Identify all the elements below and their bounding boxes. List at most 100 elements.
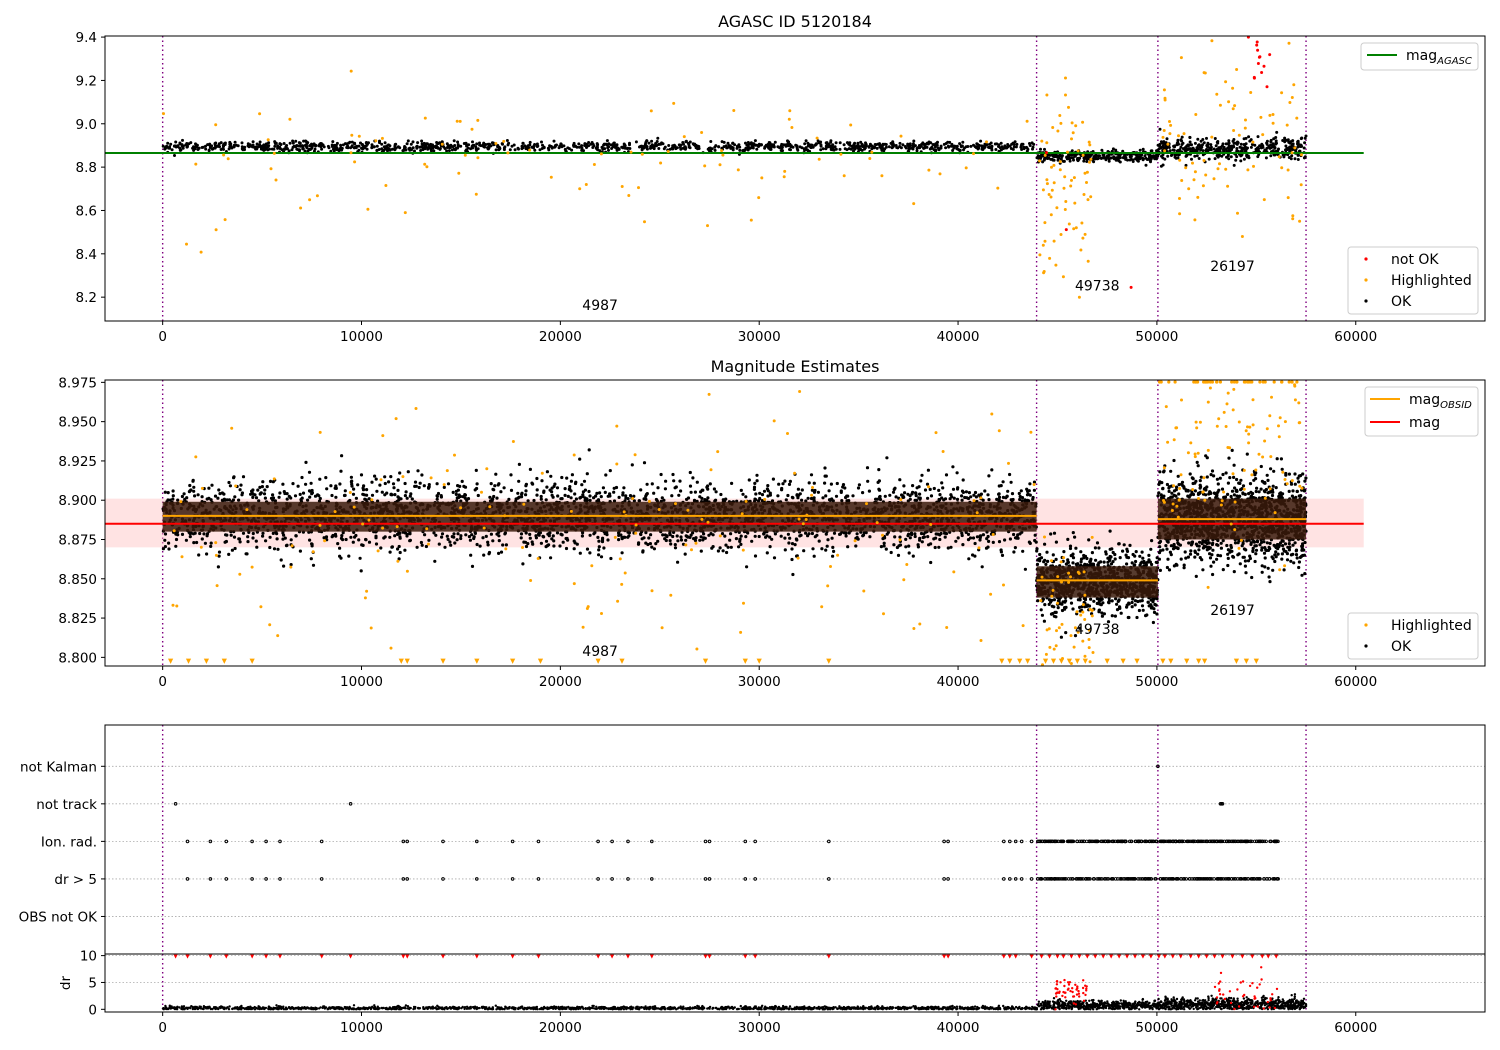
data-point [1082, 159, 1086, 163]
data-point [197, 553, 201, 557]
data-point [753, 554, 758, 558]
data-point [360, 146, 364, 150]
data-point [451, 145, 455, 149]
data-point [283, 536, 287, 540]
data-point [474, 145, 478, 149]
data-point [1070, 121, 1074, 125]
data-point [933, 545, 937, 550]
data-point [163, 147, 167, 151]
data-point [861, 534, 865, 538]
data-point [284, 145, 288, 149]
data-point [1300, 144, 1304, 148]
data-point [864, 141, 867, 145]
data-point [458, 484, 462, 488]
data-point [1259, 146, 1263, 150]
data-point [1188, 140, 1192, 144]
data-point [241, 475, 246, 479]
data-point [920, 473, 924, 477]
data-point [1265, 139, 1269, 143]
data-point [907, 147, 911, 151]
data-point [997, 492, 1001, 496]
data-point [1215, 140, 1219, 144]
data-point [294, 534, 298, 538]
data-point [1032, 488, 1036, 492]
y-tick-label: 8.8 [76, 160, 97, 176]
data-point [1006, 143, 1010, 146]
data-point [1293, 157, 1297, 161]
data-point [1226, 142, 1230, 146]
data-point [403, 494, 407, 498]
data-point [349, 146, 353, 150]
data-point [1045, 151, 1048, 155]
data-point [572, 539, 576, 543]
data-point [1256, 135, 1260, 139]
data-point [749, 218, 753, 222]
data-point [1205, 136, 1208, 140]
data-point [967, 491, 972, 495]
data-point [637, 186, 640, 190]
data-point [820, 547, 824, 551]
data-point [364, 141, 368, 144]
data-point [230, 548, 234, 552]
data-point [597, 548, 601, 552]
legend-marker [1364, 278, 1368, 282]
data-point [489, 144, 493, 148]
data-point [925, 145, 929, 149]
data-point [417, 485, 421, 490]
data-point [737, 545, 741, 549]
data-point [682, 142, 685, 146]
data-point [248, 143, 252, 147]
data-point [1181, 141, 1185, 145]
data-point [1229, 155, 1233, 159]
data-point [1193, 170, 1197, 174]
data-point [301, 491, 306, 495]
data-point [929, 560, 933, 565]
data-point [597, 545, 601, 549]
data-point [585, 146, 588, 149]
data-point [1028, 482, 1032, 486]
data-point [939, 144, 943, 148]
data-point [380, 136, 384, 140]
data-point [1097, 154, 1101, 158]
data-point [705, 485, 709, 489]
data-point [1254, 147, 1258, 151]
data-point [736, 168, 740, 172]
data-point [374, 139, 378, 143]
data-point [1077, 158, 1081, 161]
data-point [898, 535, 902, 539]
data-point [829, 145, 833, 149]
data-point [396, 478, 400, 482]
data-point [795, 144, 799, 148]
y-axis: 8.28.48.68.89.09.29.4 [76, 30, 105, 306]
data-point [1300, 24, 1303, 27]
data-point [195, 540, 199, 545]
data-point [627, 194, 631, 197]
data-point [976, 142, 979, 146]
data-point [879, 545, 884, 549]
data-point [626, 535, 630, 539]
data-point [867, 145, 871, 149]
data-point [1082, 193, 1086, 196]
data-point [821, 147, 825, 151]
data-point [261, 531, 265, 535]
data-point [750, 146, 754, 149]
data-point [1045, 93, 1049, 97]
data-point [985, 537, 989, 541]
data-point [1181, 147, 1185, 151]
data-point [468, 538, 472, 542]
data-point [375, 144, 379, 148]
data-point [167, 547, 171, 551]
data-point [1227, 139, 1231, 143]
data-point [1233, 104, 1237, 108]
data-point [617, 533, 621, 538]
data-point [539, 494, 543, 499]
data-point [560, 475, 564, 480]
data-point [908, 144, 912, 148]
data-point [661, 533, 665, 537]
data-point [294, 139, 298, 143]
data-point [847, 142, 851, 146]
data-point [965, 496, 969, 500]
data-point [1072, 176, 1076, 180]
panel-title: AGASC ID 5120184 [718, 12, 872, 31]
data-point [615, 143, 619, 147]
